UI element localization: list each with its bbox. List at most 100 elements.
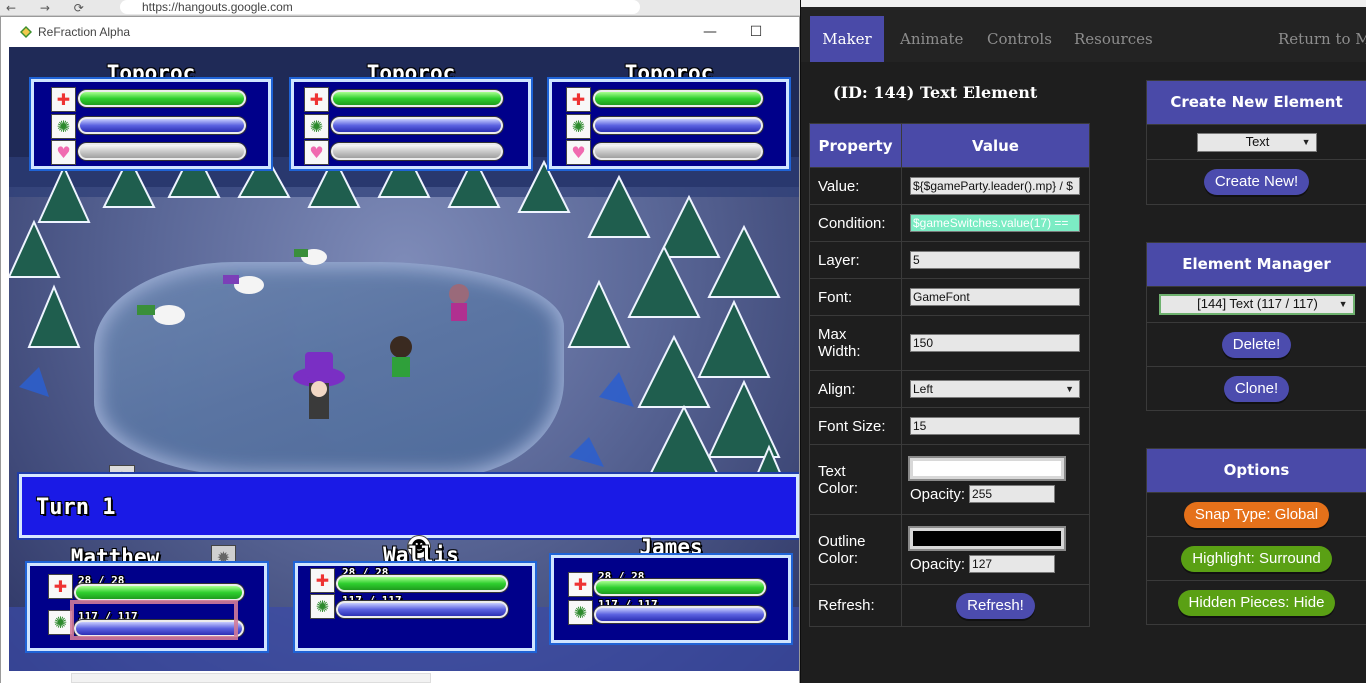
return-link[interactable]: Return to Mai	[1262, 16, 1366, 62]
enemy-hp-bar	[593, 90, 763, 107]
bird-sprite	[137, 249, 327, 325]
browser-nav-icons[interactable]: ← → ⟳	[6, 1, 94, 15]
highlight-button[interactable]: Highlight: Surround	[1181, 545, 1332, 572]
hp-cross-icon: ✚	[304, 87, 329, 112]
enemy-love-bar	[593, 143, 763, 160]
delete-button[interactable]: Delete!	[1221, 331, 1292, 358]
party-mp-bar	[336, 601, 508, 618]
outline-color-picker[interactable]	[908, 526, 1066, 551]
condition-input[interactable]: $gameSwitches.value(17) ==	[910, 214, 1080, 232]
enemy-status-1: Toporoc ✚ ✺ ♥	[31, 61, 271, 169]
party-hp-bar	[336, 575, 508, 592]
status-bar	[71, 673, 431, 683]
label-text-color: Text Color:	[809, 444, 902, 515]
app-icon	[20, 26, 32, 38]
tab-animate[interactable]: Animate	[884, 16, 979, 62]
enemy-love-bar	[78, 143, 246, 160]
hidden-pieces-button[interactable]: Hidden Pieces: Hide	[1177, 589, 1336, 616]
element-list-value: [144] Text (117 / 117)	[1197, 296, 1318, 311]
mp-spiky-icon: ✺	[566, 114, 591, 139]
hero-sprite	[293, 352, 345, 419]
element-selection-outline[interactable]	[70, 600, 238, 640]
game-window: ReFraction Alpha — ☐ Toporoc ✚ ✺ ♥ Topor…	[0, 16, 800, 683]
outline-color-swatch	[913, 531, 1061, 546]
clone-button[interactable]: Clone!	[1223, 375, 1290, 402]
enemy-stat-box: ✚ ✺ ♥	[291, 79, 531, 169]
enemy-mp-bar	[593, 117, 763, 134]
max-width-input[interactable]: 150	[910, 334, 1080, 352]
header-property: Property	[809, 123, 902, 168]
outline-opacity-input[interactable]: 127	[969, 555, 1056, 573]
options-panel-title: Options	[1147, 449, 1366, 492]
label-font-size: Font Size:	[809, 407, 902, 445]
element-type-select[interactable]: Text ▼	[1196, 132, 1317, 152]
label-value: Value:	[809, 167, 902, 205]
turn-box: Turn 1	[19, 474, 799, 538]
editor-panel: Maker Animate Controls Resources Return …	[800, 0, 1366, 683]
tab-controls[interactable]: Controls	[971, 16, 1068, 62]
window-bottom-strip	[1, 671, 799, 683]
party-stat-box: ✚ ✺ 28 / 28 117 / 117	[551, 555, 791, 643]
party-hp-bar	[74, 584, 244, 601]
label-refresh: Refresh:	[809, 584, 902, 627]
opacity-label: Opacity:	[910, 555, 966, 573]
party-stat-box: ✚ ✺ 28 / 28 117 / 117	[27, 563, 267, 651]
hp-cross-icon: ✚	[51, 87, 76, 112]
text-color-swatch	[913, 461, 1061, 476]
enemy-status-3: Toporoc ✚ ✺ ♥	[549, 61, 789, 169]
tab-maker[interactable]: Maker	[810, 16, 884, 62]
hp-cross-icon: ✚	[310, 568, 335, 593]
browser-strip: ← → ⟳ https://hangouts.google.com	[0, 0, 800, 16]
opacity-label: Opacity:	[910, 485, 966, 503]
minimize-button[interactable]: —	[687, 20, 733, 44]
hp-cross-icon: ✚	[48, 574, 73, 599]
maximize-button[interactable]: ☐	[733, 20, 779, 44]
mp-spiky-icon: ✺	[304, 114, 329, 139]
hp-cross-icon: ✚	[566, 87, 591, 112]
align-select[interactable]: Left ▼	[910, 380, 1080, 398]
screen: ← → ⟳ https://hangouts.google.com ReFrac…	[0, 0, 1366, 683]
create-panel-title: Create New Element	[1147, 81, 1366, 124]
enemy-hp-bar	[78, 90, 246, 107]
party-status-1: Matthew ✹ ✚ ✺ 28 / 28 117 / 117	[27, 545, 267, 670]
party-sprite	[390, 284, 469, 377]
enemy-status-2: Toporoc ✚ ✺ ♥	[291, 61, 531, 169]
window-title: ReFraction Alpha	[38, 25, 131, 39]
browser-url-bar[interactable]: https://hangouts.google.com	[120, 0, 640, 14]
game-canvas[interactable]: Toporoc ✚ ✺ ♥ Toporoc ✚ ✺ ♥ Toporoc ✚ ✺ …	[9, 47, 799, 671]
create-new-button[interactable]: Create New!	[1203, 169, 1310, 195]
text-color-picker[interactable]	[908, 456, 1066, 481]
heart-icon: ♥	[566, 140, 591, 165]
element-type-value: Text	[1245, 133, 1270, 149]
label-max-width: Max Width:	[809, 315, 902, 371]
editor-top-strip	[801, 0, 1366, 7]
enemy-mp-bar	[78, 117, 246, 134]
mp-spiky-icon: ✺	[568, 600, 593, 625]
manager-panel-title: Element Manager	[1147, 243, 1366, 286]
header-value: Value	[901, 123, 1090, 168]
snap-type-button[interactable]: Snap Type: Global	[1183, 501, 1330, 528]
mp-spiky-icon: ✺	[51, 114, 76, 139]
enemy-stat-box: ✚ ✺ ♥	[31, 79, 271, 169]
font-size-input[interactable]: 15	[910, 417, 1080, 435]
align-value: Left	[913, 382, 934, 396]
text-opacity-input[interactable]: 255	[969, 485, 1056, 503]
element-list-select[interactable]: [144] Text (117 / 117) ▼	[1158, 294, 1355, 315]
party-mp-bar	[594, 606, 766, 623]
party-status-2: Wallis ✚ ✺ 28 / 28 117 / 117	[295, 543, 535, 670]
label-condition: Condition:	[809, 204, 902, 242]
heart-icon: ♥	[51, 140, 76, 165]
editor-tabbar: Maker Animate Controls Resources Return …	[801, 7, 1366, 62]
refresh-button[interactable]: Refresh!	[956, 592, 1035, 619]
chevron-down-icon: ▼	[1065, 384, 1074, 394]
value-input[interactable]: ${$gameParty.leader().mp} / $	[910, 177, 1080, 195]
tab-resources[interactable]: Resources	[1058, 16, 1169, 62]
options-panel: Options Snap Type: Global Highlight: Sur…	[1146, 448, 1366, 625]
mp-spiky-icon: ✺	[310, 594, 335, 619]
turn-text: Turn 1	[36, 495, 116, 520]
font-input[interactable]: GameFont	[910, 288, 1080, 306]
layer-input[interactable]: 5	[910, 251, 1080, 269]
label-font: Font:	[809, 278, 902, 316]
enemy-hp-bar	[331, 90, 503, 107]
game-titlebar: ReFraction Alpha — ☐	[1, 17, 799, 47]
